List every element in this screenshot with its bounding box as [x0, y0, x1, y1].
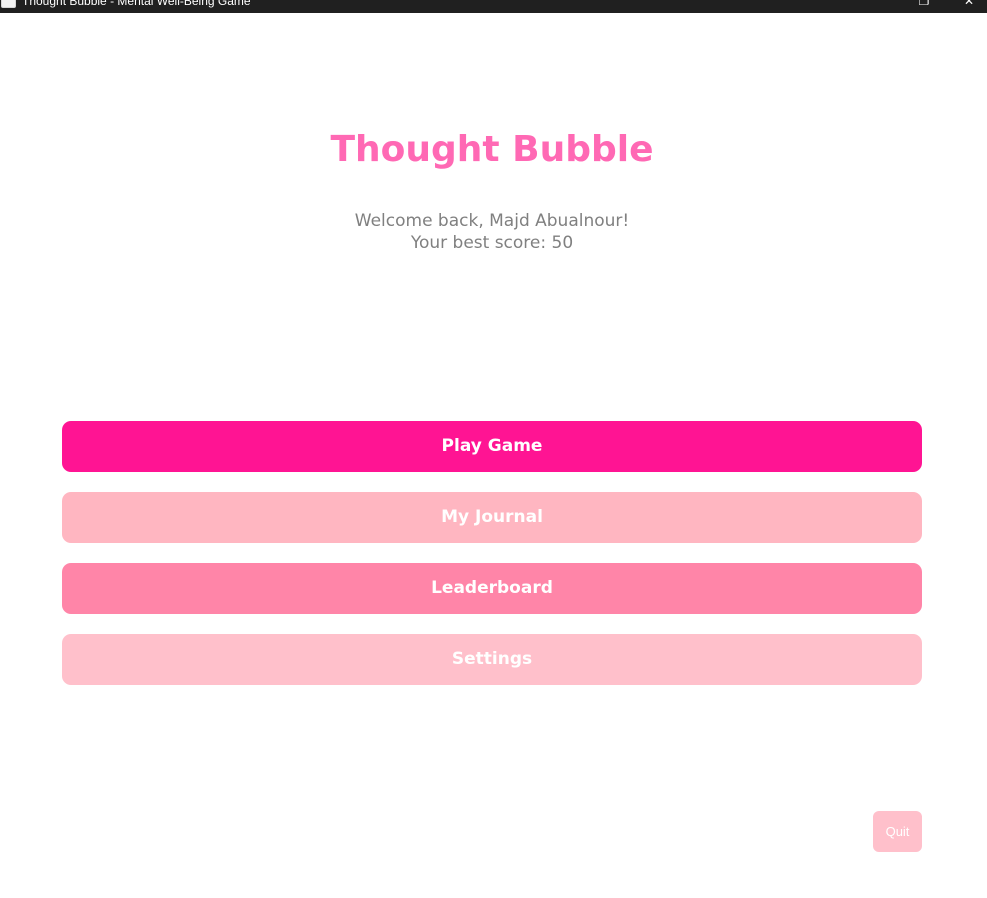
best-score: Your best score: 50: [410, 233, 574, 253]
my-journal-button[interactable]: My Journal: [62, 492, 922, 543]
leaderboard-button[interactable]: Leaderboard: [62, 563, 922, 614]
quit-button[interactable]: Quit: [873, 811, 922, 852]
page-title: Thought Bubble: [330, 129, 654, 170]
play-game-button[interactable]: Play Game: [62, 421, 922, 472]
window-title: Thought Bubble - Mental Well-Being Game: [22, 0, 251, 8]
restore-icon[interactable]: ❐: [916, 0, 932, 8]
window-titlebar: Thought Bubble - Mental Well-Being Game …: [0, 0, 987, 13]
app-icon: [1, 0, 16, 8]
settings-button[interactable]: Settings: [62, 634, 922, 685]
close-icon[interactable]: ✕: [961, 0, 977, 8]
welcome-message: Welcome back, Majd Abualnour!: [354, 211, 630, 231]
